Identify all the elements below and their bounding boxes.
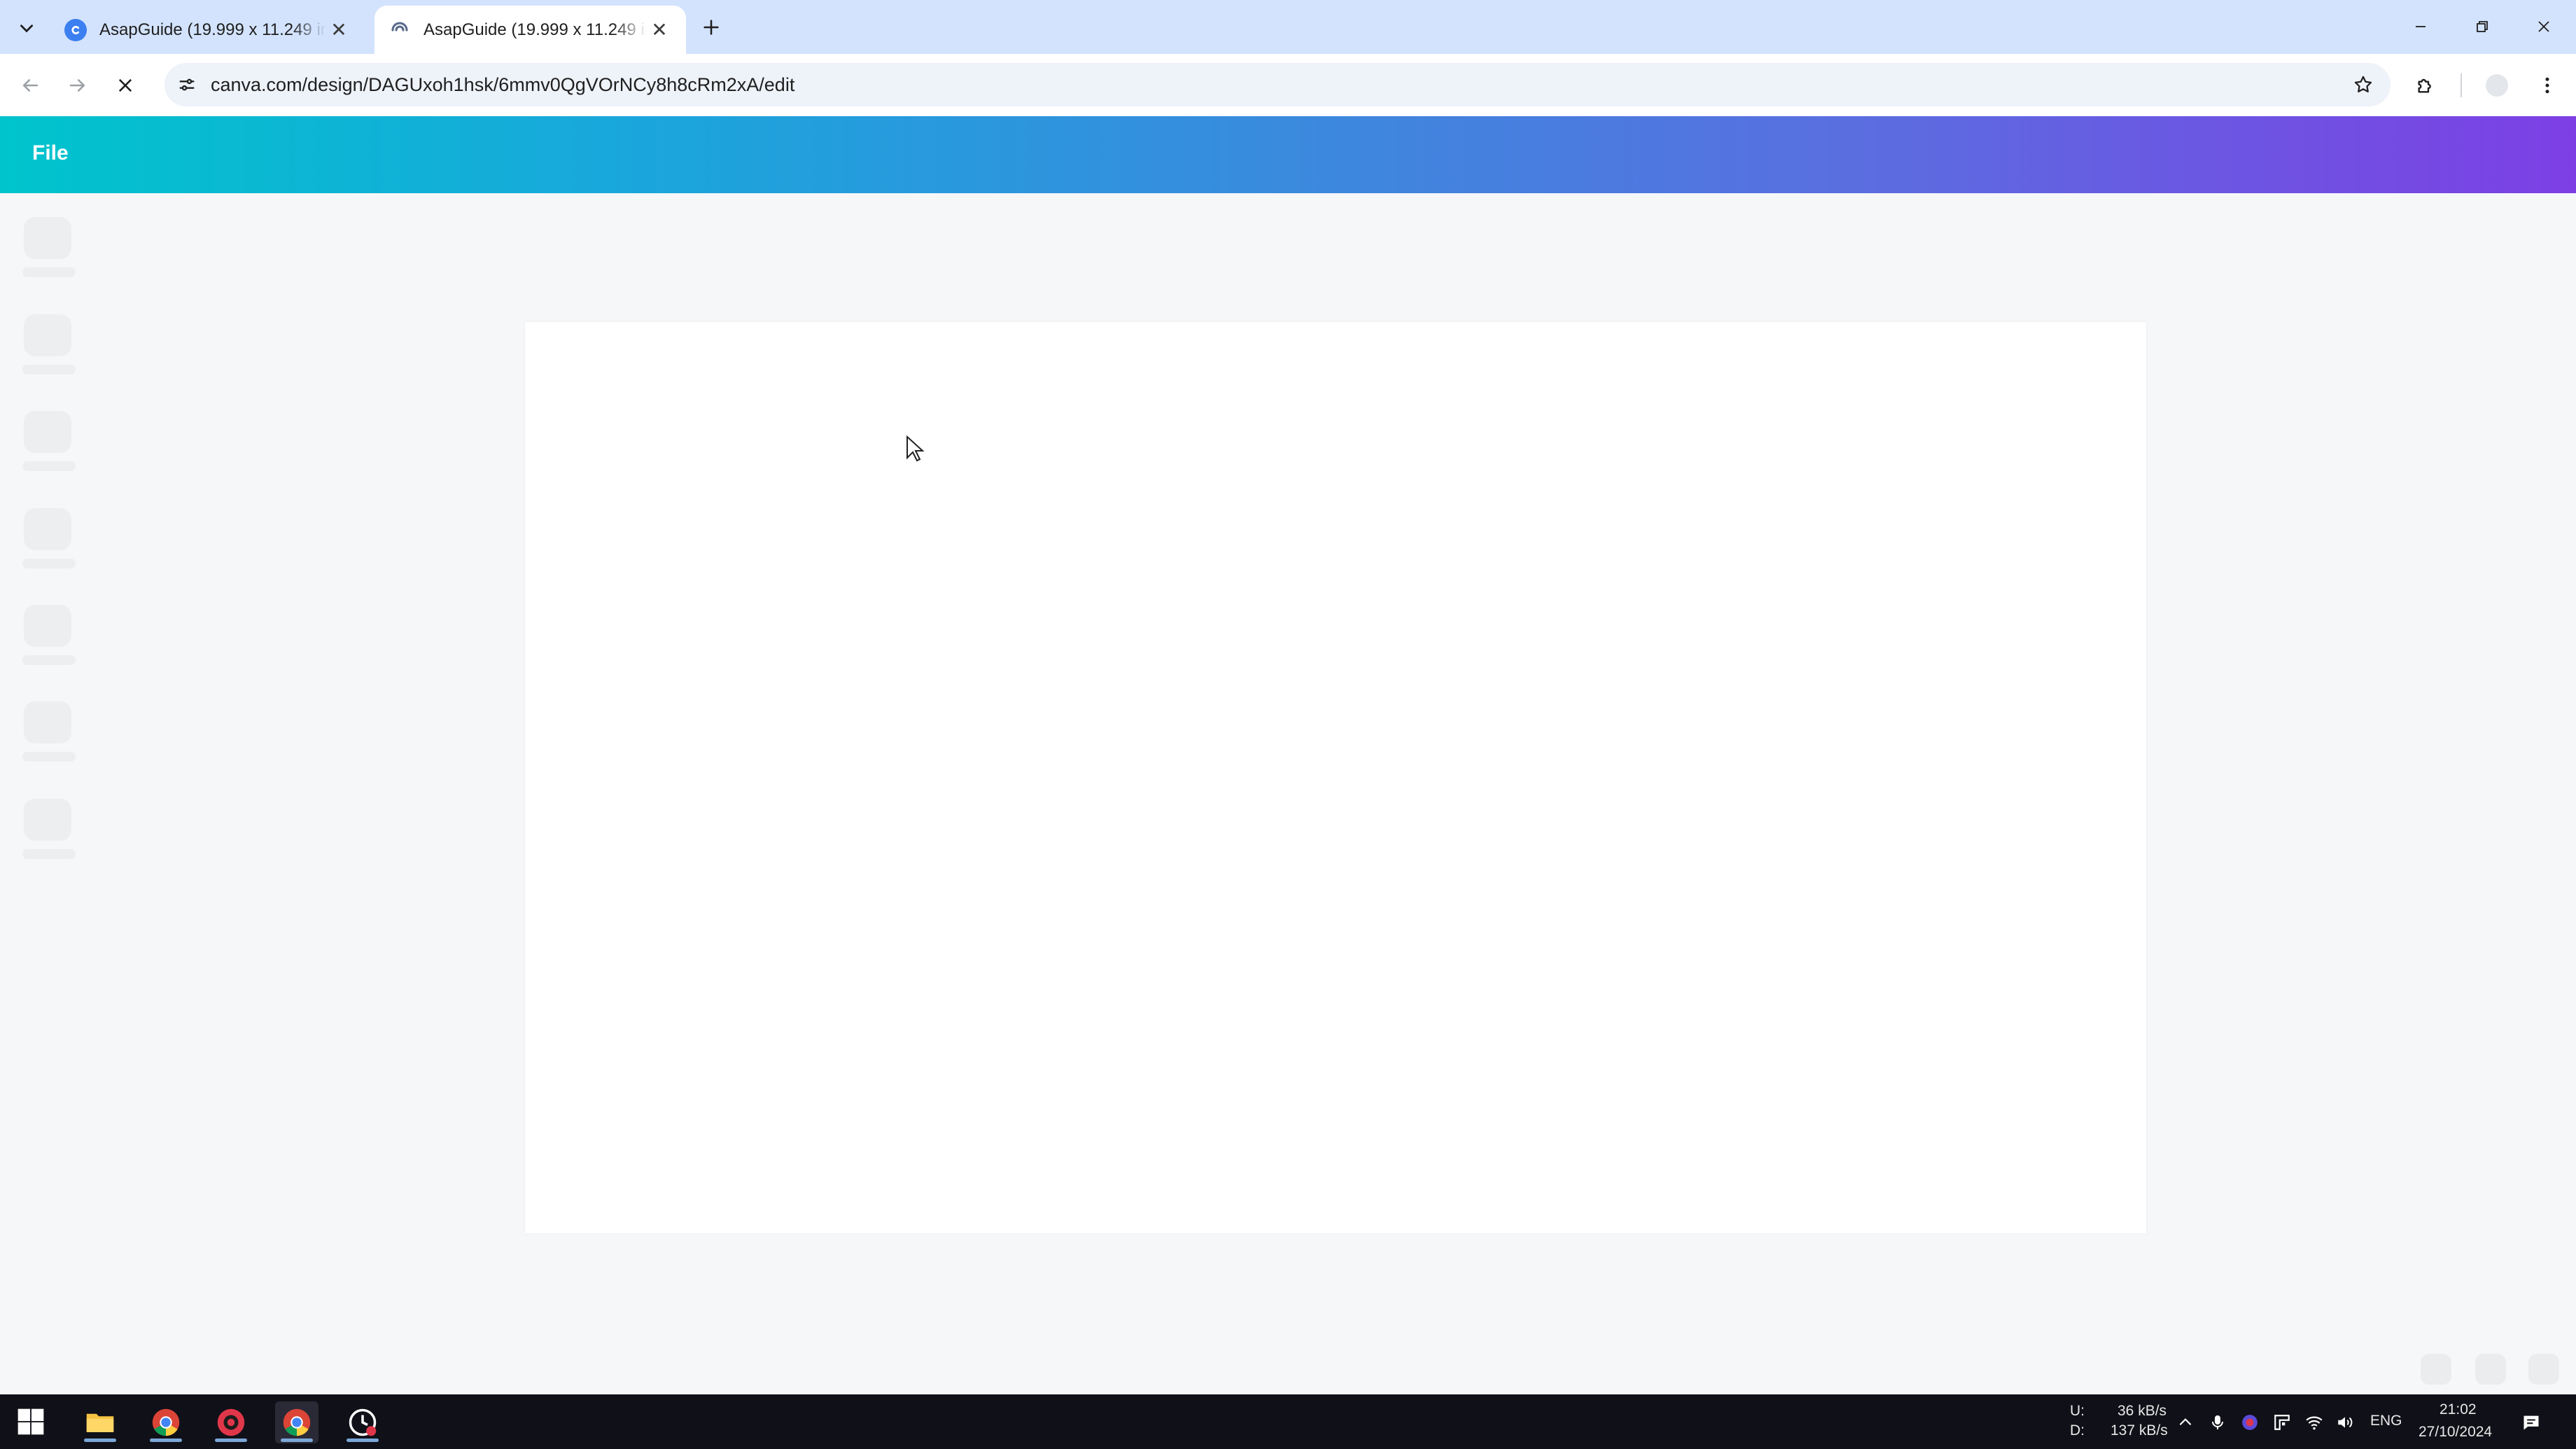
puzzle-icon xyxy=(2418,78,2431,93)
microphone-icon xyxy=(2212,1415,2223,1429)
close-tab-icon[interactable]: ✕ xyxy=(326,18,351,43)
footer-placeholder xyxy=(2475,1354,2506,1385)
sidebar-placeholder-item xyxy=(22,508,76,568)
bookmark-star-button[interactable] xyxy=(2348,70,2378,99)
clock-app-icon xyxy=(349,1408,377,1436)
microphone-tray-button[interactable] xyxy=(2206,1411,2229,1434)
arrow-right-icon xyxy=(69,79,85,92)
net-download-speed: 137 kB/s xyxy=(2110,1422,2168,1438)
browser-tab-active[interactable]: AsapGuide (19.999 x 11.249 in) ✕ xyxy=(374,6,686,54)
site-info-button[interactable] xyxy=(172,69,202,100)
network-tray-button[interactable] xyxy=(2303,1411,2325,1434)
footer-placeholder xyxy=(2421,1354,2451,1385)
browser-menu-button[interactable] xyxy=(2531,69,2563,102)
footer-placeholder xyxy=(2528,1354,2559,1385)
file-menu-button[interactable]: File xyxy=(32,141,69,165)
new-tab-button[interactable] xyxy=(696,13,726,42)
restore-button[interactable] xyxy=(2461,8,2503,45)
toolbar-divider xyxy=(2460,74,2462,97)
net-upload-speed: 36 kB/s xyxy=(2118,1403,2167,1419)
show-hidden-icons-button[interactable] xyxy=(2174,1411,2197,1434)
stop-loading-button[interactable] xyxy=(109,69,141,102)
back-button[interactable] xyxy=(14,69,46,102)
canva-logo-icon xyxy=(64,18,87,41)
design-page-canvas[interactable] xyxy=(525,322,2146,1233)
tab-title: AsapGuide (19.999 x 11.249 in) xyxy=(99,20,326,39)
sidebar-placeholder-item xyxy=(22,605,76,665)
speaker-icon xyxy=(2338,1417,2353,1428)
taskbar-chrome-active[interactable] xyxy=(275,1401,318,1443)
taskbar-clock-app[interactable] xyxy=(341,1401,384,1443)
chrome-icon xyxy=(152,1408,180,1436)
browser-toolbar: canva.com/design/DAGUxoh1hsk/6mmv0QgVOrN… xyxy=(0,54,2576,116)
sidebar-placeholder-item xyxy=(22,701,76,762)
grid-utility-icon xyxy=(2274,1415,2290,1430)
circle-app-icon xyxy=(2242,1415,2258,1430)
net-upload-label: U: xyxy=(2070,1403,2085,1419)
arrow-left-icon xyxy=(22,79,38,92)
chrome-icon xyxy=(283,1408,311,1436)
close-window-button[interactable] xyxy=(2523,8,2565,45)
wifi-icon xyxy=(2306,1416,2323,1430)
minimize-button[interactable] xyxy=(2400,8,2442,45)
record-app-icon xyxy=(217,1408,245,1436)
chevron-down-icon xyxy=(20,24,33,33)
mouse-cursor-icon xyxy=(906,435,924,462)
minimize-icon xyxy=(2416,26,2426,27)
plus-icon xyxy=(704,20,719,35)
app-tray-button[interactable] xyxy=(2239,1411,2261,1434)
sidebar-placeholder-item xyxy=(22,411,76,471)
taskbar-chrome[interactable] xyxy=(144,1401,188,1443)
windows-start-icon[interactable] xyxy=(15,1406,46,1437)
sidebar-placeholder-item xyxy=(22,217,76,277)
volume-tray-button[interactable] xyxy=(2334,1411,2356,1434)
tab-search-button[interactable] xyxy=(8,10,45,46)
close-icon xyxy=(2538,21,2549,32)
star-icon xyxy=(2354,76,2372,92)
profile-button[interactable] xyxy=(2481,69,2513,102)
chevron-up-icon xyxy=(2179,1418,2192,1426)
language-indicator[interactable]: ENG xyxy=(2370,1413,2402,1429)
notifications-button[interactable] xyxy=(2520,1411,2542,1434)
more-vertical-icon xyxy=(2545,77,2549,94)
canva-header-bar: File xyxy=(0,116,2576,193)
browser-tab-inactive[interactable]: AsapGuide (19.999 x 11.249 in) ✕ xyxy=(50,6,365,54)
sidebar-placeholder-item xyxy=(22,314,76,374)
chat-bubble-icon xyxy=(2524,1415,2539,1430)
clock-time[interactable]: 21:02 xyxy=(2440,1401,2477,1418)
tray-utility-button[interactable] xyxy=(2271,1411,2293,1434)
taskbar-file-explorer[interactable] xyxy=(78,1401,122,1443)
clock-date[interactable]: 27/10/2024 xyxy=(2418,1424,2492,1441)
net-download-label: D: xyxy=(2070,1422,2085,1438)
tune-icon xyxy=(179,78,195,91)
tab-title: AsapGuide (19.999 x 11.249 in) xyxy=(424,20,647,39)
url-text[interactable]: canva.com/design/DAGUxoh1hsk/6mmv0QgVOrN… xyxy=(211,74,794,96)
sidebar-placeholder-item xyxy=(22,799,76,859)
taskbar-record-app[interactable] xyxy=(209,1401,253,1443)
forward-button[interactable] xyxy=(62,69,94,102)
windows-taskbar: U: D: 36 kB/s 137 kB/s ENG 21:02 27/10/2… xyxy=(0,1394,2576,1449)
file-explorer-icon xyxy=(86,1413,114,1432)
close-icon xyxy=(118,78,132,92)
avatar xyxy=(2486,74,2508,97)
address-bar[interactable]: canva.com/design/DAGUxoh1hsk/6mmv0QgVOrN… xyxy=(164,63,2390,106)
close-tab-icon[interactable]: ✕ xyxy=(647,18,672,43)
loading-spinner-icon xyxy=(388,19,411,41)
browser-tab-strip: AsapGuide (19.999 x 11.249 in) ✕ AsapGui… xyxy=(0,0,2576,54)
restore-icon xyxy=(2477,21,2488,32)
extensions-button[interactable] xyxy=(2409,69,2442,102)
